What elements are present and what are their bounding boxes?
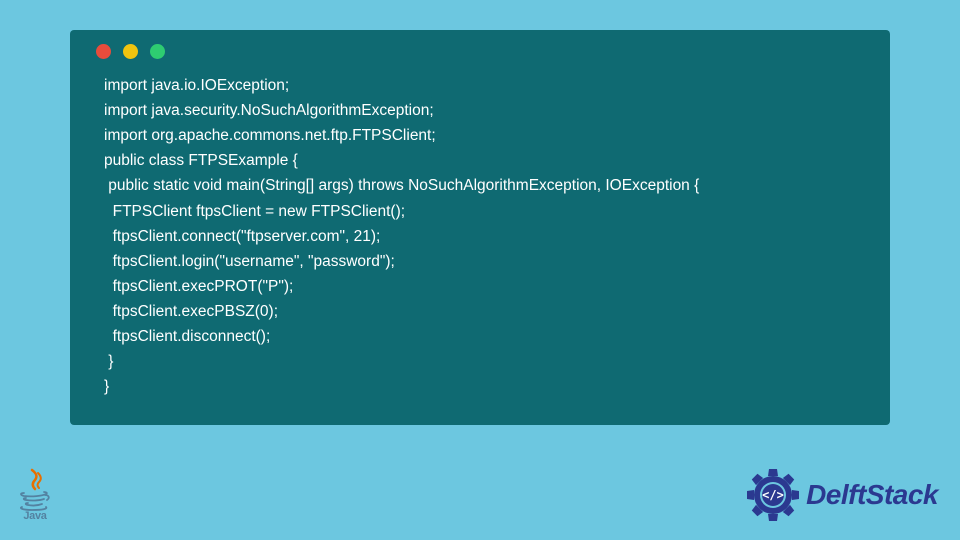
svg-text:</>: </> [762, 488, 784, 502]
delftstack-gear-icon: </> [746, 468, 800, 522]
close-icon [96, 44, 111, 59]
maximize-icon [150, 44, 165, 59]
code-window: import java.io.IOException; import java.… [70, 30, 890, 425]
delftstack-logo-text: DelftStack [806, 479, 938, 511]
code-block: import java.io.IOException; import java.… [70, 67, 890, 409]
java-cup-icon [18, 468, 52, 512]
minimize-icon [123, 44, 138, 59]
window-controls [70, 30, 890, 67]
footer: Java </> DelftStack [0, 460, 960, 530]
java-logo-text: Java [23, 510, 46, 522]
java-logo: Java [18, 468, 52, 522]
delftstack-logo: </> DelftStack [746, 468, 938, 522]
